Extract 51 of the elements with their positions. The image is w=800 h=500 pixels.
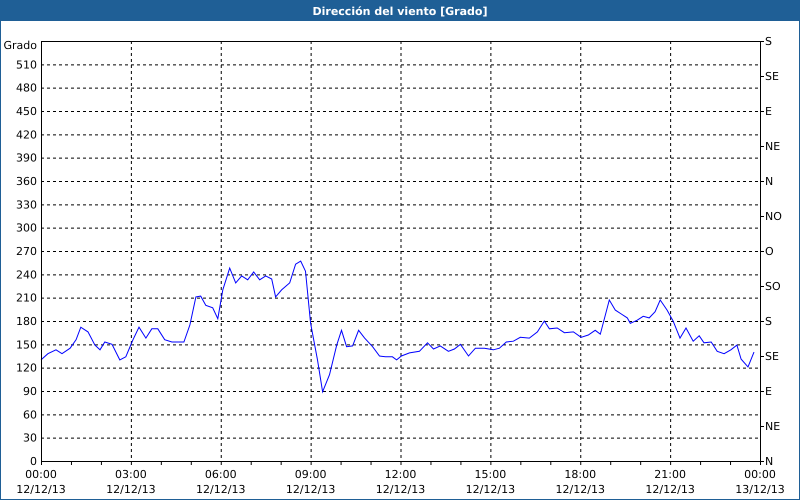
- x-tick-date: 12/12/13: [106, 483, 156, 496]
- y-axis-title: Grado: [4, 39, 37, 52]
- y-tick-label: 0: [30, 455, 37, 468]
- y-tick-label: 180: [16, 315, 37, 328]
- y-tick-label: 240: [16, 268, 37, 282]
- compass-label: N: [765, 455, 774, 468]
- x-tick-time: 18:00: [564, 468, 596, 481]
- y-tick-label: 120: [16, 362, 37, 375]
- y-tick-label: 210: [16, 292, 37, 305]
- y-tick-label: 330: [16, 198, 37, 212]
- x-tick-date: 12/12/13: [466, 483, 516, 496]
- compass-label: SE: [765, 70, 779, 83]
- x-tick-time: 21:00: [654, 468, 686, 481]
- x-tick-time: 15:00: [474, 468, 506, 481]
- y-tick-label: 60: [23, 408, 37, 422]
- x-tick-date: 12/12/13: [645, 483, 695, 496]
- compass-label: N: [765, 175, 774, 188]
- compass-label: S: [765, 35, 772, 48]
- compass-label: NO: [765, 210, 782, 223]
- x-tick-date: 12/12/13: [286, 483, 336, 496]
- window-title: Dirección del viento [Grado]: [1, 1, 799, 21]
- y-tick-label: 450: [16, 105, 37, 118]
- x-tick-date: 12/12/13: [376, 483, 426, 496]
- y-tick-label: 270: [16, 245, 37, 258]
- y-tick-label: 420: [16, 128, 37, 142]
- x-tick-time: 00:00: [25, 468, 57, 481]
- x-tick-time: 09:00: [294, 468, 326, 481]
- x-tick-time: 12:00: [384, 468, 416, 481]
- y-tick-label: 390: [16, 152, 37, 165]
- x-tick-date: 12/12/13: [196, 483, 246, 496]
- y-tick-label: 510: [16, 58, 37, 72]
- compass-label: SO: [765, 280, 781, 293]
- compass-label: NE: [765, 420, 780, 433]
- compass-label: E: [765, 385, 772, 398]
- x-tick-date: 13/12/13: [735, 483, 785, 496]
- compass-label: O: [765, 245, 774, 258]
- y-tick-label: 30: [23, 432, 37, 445]
- compass-label: S: [765, 315, 772, 328]
- x-tick-time: 03:00: [115, 468, 147, 481]
- y-tick-label: 300: [16, 222, 37, 235]
- compass-label: SE: [765, 350, 779, 363]
- x-tick-time: 06:00: [204, 468, 237, 481]
- y-tick-label: 90: [23, 385, 37, 398]
- x-tick-time: 00:00: [744, 468, 776, 481]
- y-tick-label: 150: [16, 338, 37, 352]
- y-tick-label: 360: [16, 175, 37, 188]
- compass-label: NE: [765, 140, 780, 153]
- y-tick-label: 480: [16, 82, 37, 95]
- compass-label: E: [765, 105, 772, 118]
- x-tick-date: 12/12/13: [16, 483, 66, 496]
- x-tick-date: 12/12/13: [556, 483, 605, 496]
